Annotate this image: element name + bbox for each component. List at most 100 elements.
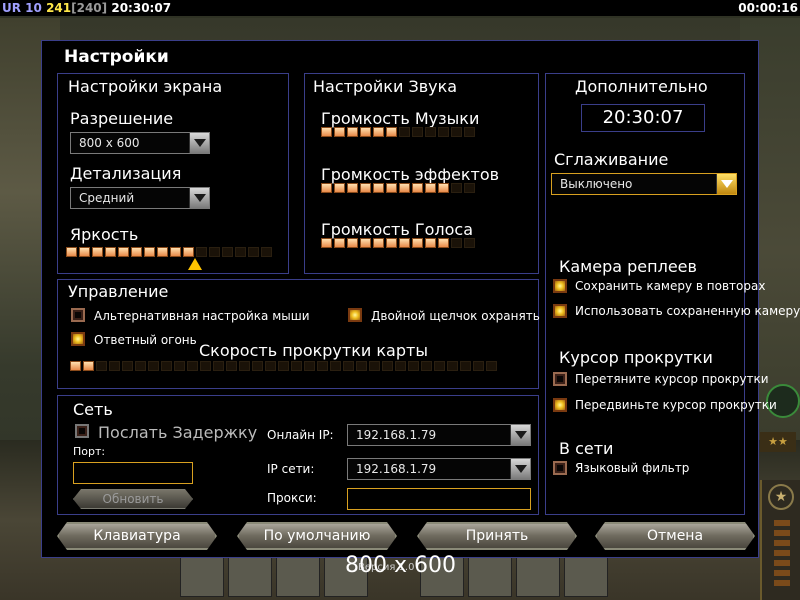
update-button-label: Обновить (102, 492, 164, 506)
slider-segment (83, 361, 94, 371)
dialog-title: Настройки (64, 47, 169, 67)
double-click-label: Двойной щелчок охранять (371, 309, 540, 323)
keyboard-button[interactable]: Клавиатура (57, 522, 217, 550)
slider-segment (399, 238, 410, 248)
effects-volume-slider[interactable] (321, 183, 475, 195)
cancel-button[interactable]: Отмена (595, 522, 755, 550)
accept-button[interactable]: Принять (417, 522, 577, 550)
slider-segment (252, 361, 263, 371)
detail-label: Детализация (70, 164, 182, 183)
voice-volume-slider[interactable] (321, 238, 475, 250)
slider-segment (486, 361, 497, 371)
chevron-down-icon[interactable] (189, 188, 209, 208)
screen-settings-title: Настройки экрана (68, 77, 223, 96)
network-title: Сеть (73, 400, 113, 419)
detail-dropdown[interactable]: Средний (70, 187, 210, 209)
move-cursor-label: Передвиньте курсор прокрутки (575, 398, 777, 412)
alt-mouse-checkbox[interactable] (71, 308, 85, 322)
unit-slot (564, 555, 608, 597)
antialiasing-label: Сглаживание (554, 150, 669, 169)
slider-segment (70, 361, 81, 371)
port-label: Порт: (73, 445, 106, 458)
clock-text: 20:30:07 (111, 1, 172, 15)
slider-segment (196, 247, 207, 257)
online-title: В сети (559, 439, 614, 458)
defaults-button[interactable]: По умолчанию (237, 522, 397, 550)
slider-segment (408, 361, 419, 371)
slider-segment (373, 238, 384, 248)
slider-segment (291, 361, 302, 371)
save-camera-label: Сохранить камеру в повторах (575, 279, 766, 293)
lan-ip-label: IP сети: (267, 462, 315, 476)
update-button[interactable]: Обновить (73, 489, 193, 509)
chevron-down-icon[interactable] (716, 174, 736, 194)
return-fire-label: Ответный огонь (94, 333, 197, 347)
slider-segment (395, 361, 406, 371)
brightness-label: Яркость (70, 225, 139, 244)
slider-segment (317, 361, 328, 371)
elapsed-time: 00:00:16 (738, 1, 798, 15)
status-bar: UR 10 241[240] 20:30:07 00:00:16 (0, 0, 800, 16)
scroll-speed-slider[interactable] (70, 361, 497, 373)
music-volume-slider[interactable] (321, 127, 475, 139)
return-fire-checkbox[interactable] (71, 332, 85, 346)
slider-segment (209, 247, 220, 257)
detail-value: Средний (79, 191, 135, 205)
online-ip-label: Онлайн IP: (267, 428, 334, 442)
drag-cursor-checkbox[interactable] (553, 372, 567, 386)
slider-segment (265, 361, 276, 371)
lan-ip-dropdown[interactable]: 192.168.1.79 (347, 458, 531, 480)
antialiasing-dropdown[interactable]: Выключено (551, 173, 737, 195)
language-filter-label: Языковый фильтр (575, 461, 690, 475)
screen-settings-panel: Настройки экрана Разрешение 800 x 600 Де… (57, 73, 289, 274)
keyboard-button-label: Клавиатура (93, 528, 181, 544)
slider-segment (321, 183, 332, 193)
slider-segment (79, 247, 90, 257)
online-ip-dropdown[interactable]: 192.168.1.79 (347, 424, 531, 446)
slider-segment (451, 238, 462, 248)
brightness-thumb-icon[interactable] (188, 258, 202, 270)
use-camera-label: Использовать сохраненную камеру (575, 304, 800, 318)
resolution-overlay: 800 x 600 (345, 553, 456, 578)
additional-title: Дополнительно (575, 77, 708, 96)
language-filter-checkbox[interactable] (553, 461, 567, 475)
slider-segment (347, 238, 358, 248)
port-field[interactable] (73, 462, 193, 484)
slider-segment (451, 127, 462, 137)
move-cursor-checkbox[interactable] (553, 398, 567, 412)
slider-segment (369, 361, 380, 371)
save-camera-checkbox[interactable] (553, 279, 567, 293)
slider-segment (386, 127, 397, 137)
slider-segment (347, 127, 358, 137)
proxy-field[interactable] (347, 488, 531, 510)
fps-value: 241 (46, 1, 72, 15)
send-delay-checkbox[interactable] (75, 424, 89, 438)
chevron-down-icon[interactable] (189, 133, 209, 153)
slider-segment (412, 238, 423, 248)
resolution-dropdown[interactable]: 800 x 600 (70, 132, 210, 154)
slider-segment (144, 247, 155, 257)
slider-segment (473, 361, 484, 371)
lan-ip-value: 192.168.1.79 (356, 462, 437, 476)
slider-segment (447, 361, 458, 371)
slider-segment (386, 238, 397, 248)
drag-cursor-label: Перетяните курсор прокрутки (575, 372, 769, 386)
slider-segment (347, 183, 358, 193)
slider-segment (334, 127, 345, 137)
general-star-icon: ★ (768, 484, 794, 510)
chevron-down-icon[interactable] (510, 459, 530, 479)
slider-segment (438, 238, 449, 248)
scroll-speed-label: Скорость прокрутки карты (199, 341, 428, 360)
chevron-down-icon[interactable] (510, 425, 530, 445)
slider-segment (421, 361, 432, 371)
brightness-slider[interactable] (66, 247, 272, 259)
use-camera-checkbox[interactable] (553, 304, 567, 318)
slider-segment (131, 247, 142, 257)
controls-title: Управление (68, 282, 169, 301)
additional-panel: Дополнительно 20:30:07 Сглаживание Выклю… (545, 73, 800, 515)
voice-volume-label: Громкость Голоса (321, 220, 474, 239)
slider-segment (425, 238, 436, 248)
slider-segment (382, 361, 393, 371)
double-click-checkbox[interactable] (348, 308, 362, 322)
slider-segment (464, 127, 475, 137)
